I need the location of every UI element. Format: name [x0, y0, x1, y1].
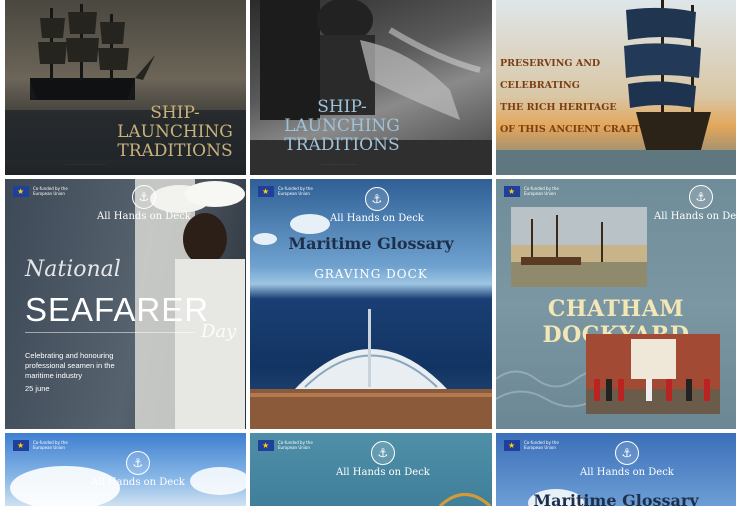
eu-cofunded-badge: Co-funded by the European Union: [504, 440, 564, 451]
reenactors-photo: [586, 334, 720, 414]
heritage-line: PRESERVING AND: [500, 58, 601, 69]
eu-cofunded-badge: Co-funded by the European Union: [504, 186, 564, 197]
anchor-icon: ⚓: [688, 185, 713, 209]
heritage-line: OF THIS ANCIENT CRAFT: [500, 124, 640, 135]
dockyard-painting: [511, 207, 647, 287]
eu-flag-icon: [504, 440, 520, 451]
glossary-title: Maritime Glossary: [533, 491, 699, 506]
anchor-icon: ⚓: [125, 451, 150, 475]
post-title: SHIP-LAUNCHING TRADITIONS: [262, 98, 422, 155]
fine-print: · · · · · · · · · · · · · · · · · · · · …: [65, 162, 107, 166]
seafarer-heading: SEAFARER: [25, 291, 210, 328]
eu-flag-icon: [13, 186, 29, 197]
divider: [25, 332, 195, 333]
post-tile-bottom-right[interactable]: Co-funded by the European Union ⚓ All Ha…: [496, 433, 736, 506]
heritage-line: THE RICH HERITAGE: [500, 102, 617, 113]
heritage-line: CELEBRATING: [500, 80, 580, 91]
script-word: Day: [201, 321, 237, 342]
all-hands-logo: ⚓ All Hands on Deck: [654, 185, 736, 222]
post-tile-bottom-left[interactable]: Co-funded by the European Union ⚓ All Ha…: [5, 433, 246, 506]
eu-cofunded-badge: Co-funded by the European Union: [13, 186, 73, 197]
eu-flag-icon: [258, 186, 274, 197]
script-word: National: [25, 257, 121, 282]
post-tile-chatham-dockyard[interactable]: Co-funded by the European Union ⚓ All Ha…: [496, 179, 736, 429]
heritage-text: PRESERVING AND CELEBRATING THE RICH HERI…: [500, 53, 640, 141]
title-line: TRADITIONS: [117, 141, 233, 161]
eu-cofunded-badge: Co-funded by the European Union: [13, 440, 73, 451]
post-tile-graving-dock[interactable]: Co-funded by the European Union ⚓ All Ha…: [250, 179, 492, 429]
event-date: 25 june: [25, 384, 50, 393]
post-tile-bottom-middle[interactable]: Co-funded by the European Union ⚓ All Ha…: [250, 433, 492, 506]
fine-print: · · · · · · · · · · · · · · · · · · · ·: [320, 162, 358, 166]
anchor-icon: ⚓: [131, 185, 156, 209]
all-hands-logo: ⚓ All Hands on Deck: [91, 451, 185, 488]
post-grid: SHIP-LAUNCHING TRADITIONS · · · · · · · …: [0, 0, 740, 506]
post-tile-ship-launching-1[interactable]: SHIP-LAUNCHING TRADITIONS · · · · · · · …: [5, 0, 246, 175]
seafarer-description: Celebrating and honouring professional s…: [25, 351, 115, 380]
title-line: SHIP-LAUNCHING: [117, 103, 233, 142]
eu-flag-icon: [13, 440, 29, 451]
eu-flag-icon: [504, 186, 520, 197]
post-tile-ship-launching-2[interactable]: SHIP-LAUNCHING TRADITIONS · · · · · · · …: [250, 0, 492, 175]
all-hands-logo: ⚓ All Hands on Deck: [330, 187, 424, 224]
post-tile-seafarer-day[interactable]: Co-funded by the European Union ⚓ All Ha…: [5, 179, 246, 429]
title-line: SHIP-LAUNCHING: [284, 97, 400, 136]
glossary-title: Maritime Glossary: [288, 234, 454, 253]
all-hands-logo: ⚓ All Hands on Deck: [97, 185, 191, 222]
anchor-icon: ⚓: [364, 187, 389, 211]
post-title: SHIP-LAUNCHING TRADITIONS: [105, 104, 245, 161]
eu-cofunded-badge: Co-funded by the European Union: [258, 186, 318, 197]
all-hands-logo: ⚓ All Hands on Deck: [580, 441, 674, 478]
glossary-term: GRAVING DOCK: [314, 267, 428, 281]
anchor-icon: ⚓: [614, 441, 639, 465]
decorative-arc: [438, 493, 492, 506]
title-line: TRADITIONS: [284, 135, 400, 155]
post-tile-heritage[interactable]: PRESERVING AND CELEBRATING THE RICH HERI…: [496, 0, 736, 175]
